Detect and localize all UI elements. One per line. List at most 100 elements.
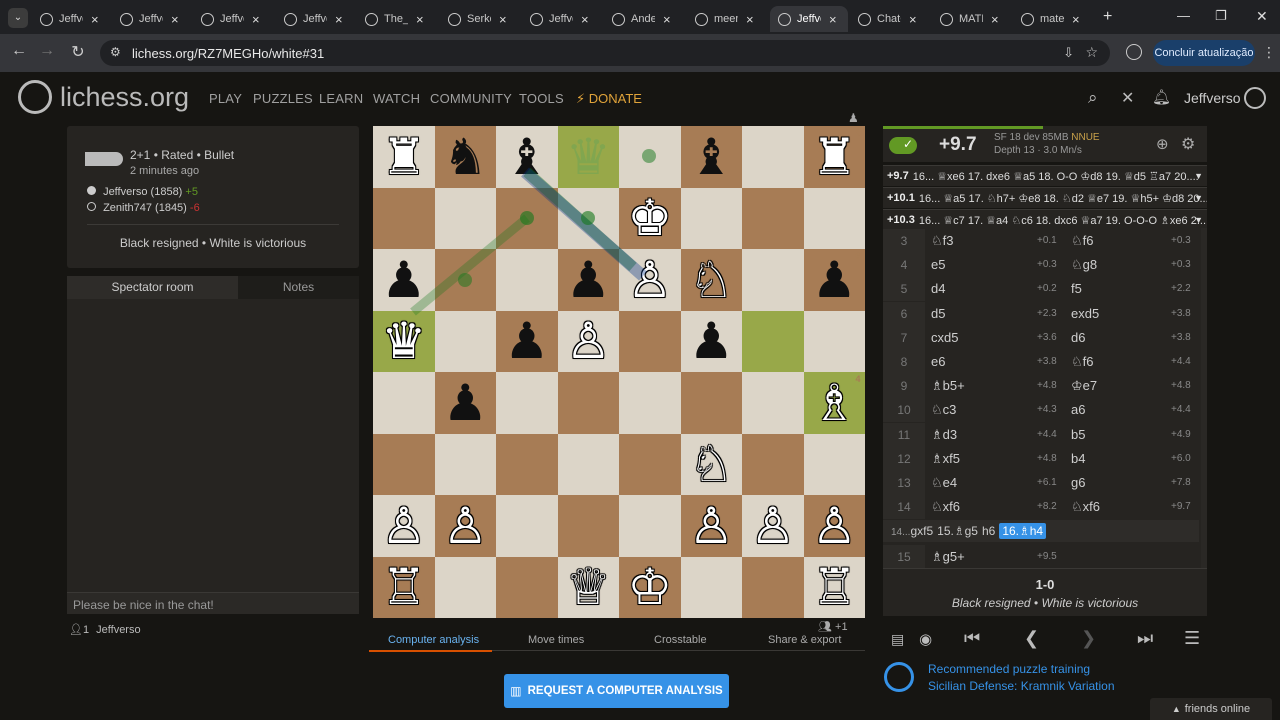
settings-gear-icon[interactable]: ⚙ [1181,134,1195,154]
lichess-logo[interactable]: lichess.org [18,80,189,114]
square-g3[interactable] [742,433,804,495]
close-tab-icon[interactable]: × [909,12,917,27]
square-g7[interactable] [742,187,804,249]
book-icon[interactable]: ▤ [891,631,904,648]
close-tab-icon[interactable]: × [581,12,589,27]
white-move[interactable]: ♗xf5 [931,451,960,467]
close-tab-icon[interactable]: × [91,12,99,27]
close-tab-icon[interactable]: × [829,12,837,27]
piece-a2[interactable]: ♙ [373,495,435,557]
square-c1[interactable] [496,556,558,618]
piece-b2[interactable]: ♙ [435,495,497,557]
close-tab-icon[interactable]: × [1072,12,1080,27]
browser-tab[interactable]: Serko × [440,6,518,32]
tab-computer-analysis[interactable]: Computer analysis [388,634,479,646]
nav-watch[interactable]: WATCH [373,91,420,106]
square-c2[interactable] [496,495,558,557]
tab-notes[interactable]: Notes [238,276,359,299]
menu-hamburger-icon[interactable]: ☰ [1184,628,1200,649]
close-window-button[interactable]: ✕ [1256,8,1268,25]
square-c7[interactable] [496,187,558,249]
white-move[interactable]: ♘e4 [931,475,957,491]
request-analysis-button[interactable]: ▥ REQUEST A COMPUTER ANALYSIS [504,674,729,708]
friends-online-button[interactable]: ▲ friends online [1150,698,1272,720]
piece-f5[interactable]: ♟ [681,311,743,373]
square-c6[interactable] [496,249,558,311]
close-tab-icon[interactable]: × [746,12,754,27]
piece-f2[interactable]: ♙ [681,495,743,557]
piece-c5[interactable]: ♟ [496,311,558,373]
close-tab-icon[interactable]: × [171,12,179,27]
close-tab-icon[interactable]: × [252,12,260,27]
black-move[interactable]: b4 [1071,451,1085,466]
square-b1[interactable] [434,556,496,618]
donate-link[interactable]: ⚡ DONATE [576,91,642,107]
square-f7[interactable] [680,187,742,249]
square-b6[interactable] [434,249,496,311]
black-move[interactable]: ♔e7 [1071,378,1097,394]
target-icon[interactable]: ⊕ [1156,135,1169,153]
piece-h4[interactable]: ♗ [804,372,866,434]
browser-tab[interactable]: mate × [1013,6,1091,32]
square-f4[interactable] [680,372,742,434]
square-e4[interactable] [619,372,681,434]
tab-move-times[interactable]: Move times [528,634,584,646]
piece-a8[interactable]: ♜ [373,126,435,188]
browser-tab[interactable]: MATE × [932,6,1010,32]
tab-spectator-room[interactable]: Spectator room [67,276,238,299]
square-e8[interactable] [619,126,681,188]
flip-board-icon[interactable]: ♟ [848,111,859,125]
black-move[interactable]: d6 [1071,330,1085,345]
white-move[interactable]: e5 [931,257,945,272]
browser-tab[interactable]: Jeffverso × [112,6,190,32]
black-move[interactable]: g6 [1071,475,1085,490]
piece-h1[interactable]: ♖ [804,557,866,619]
square-g1[interactable] [742,556,804,618]
black-move[interactable]: exd5 [1071,306,1099,321]
nav-puzzles[interactable]: PUZZLES [253,91,313,106]
square-g5[interactable] [742,310,804,372]
move-list-scrollbar[interactable] [1201,228,1207,568]
piece-f8[interactable]: ♝ [681,126,743,188]
user-menu[interactable]: Jeffverso [1184,90,1241,106]
user-avatar-icon[interactable] [1244,87,1266,109]
tab-share-export[interactable]: Share & export [768,634,841,646]
chess-board[interactable]: a b c d e f g h 8 7 6 5 4 3 2 1 ♜ ♞ ♝ ♛ ♝ ♜ ♚ ♟ ♟ ♙ ♘ ♟ ♛ ♟ ♙ ♟ ♟ ♗ ♘ ♙ ♙ ♙ ♙ ♙… [373,126,865,618]
piece-h6[interactable]: ♟ [804,249,866,311]
square-g4[interactable] [742,372,804,434]
square-g6[interactable] [742,249,804,311]
piece-a5[interactable]: ♛ [373,311,435,373]
install-icon[interactable]: ⇩ [1063,45,1074,61]
pv-expand-icon[interactable]: ▼ [1194,193,1203,203]
black-player-link[interactable]: Zenith747 (1845) [103,202,187,214]
piece-d8[interactable]: ♛ [558,126,620,188]
piece-e1[interactable]: ♔ [619,557,681,619]
pv-line[interactable]: +10.1 16... ♕a5 17. ♘h7+ ♔e8 18. ♘d2 ♕e7 … [883,187,1207,208]
square-b3[interactable] [434,433,496,495]
piece-d6[interactable]: ♟ [558,249,620,311]
chat-input[interactable]: Please be nice in the chat! [67,592,359,614]
last-move-icon[interactable]: ⏭ [1137,628,1153,649]
black-move[interactable]: ♘xf6 [1071,499,1100,515]
black-move[interactable]: ♘f6 [1071,354,1094,370]
black-move[interactable]: ♘g8 [1071,257,1097,273]
piece-e6[interactable]: ♙ [619,249,681,311]
variation-move[interactable]: 15.♗g5 [937,524,978,538]
white-player-link[interactable]: Jeffverso (1858) [103,186,182,198]
piece-b4[interactable]: ♟ [435,372,497,434]
white-move[interactable]: ♗g5+ [931,549,965,565]
browser-tab[interactable]: Jeffverso × [770,6,848,32]
new-tab-button[interactable]: + [1103,8,1112,26]
browser-tab[interactable]: Jeffverso × [276,6,354,32]
pv-expand-icon[interactable]: ▼ [1194,215,1203,225]
nav-play[interactable]: PLAY [209,91,242,106]
profile-icon[interactable] [1126,44,1142,60]
white-move[interactable]: e6 [931,354,945,369]
piece-f3[interactable]: ♘ [681,434,743,496]
maximize-button[interactable]: ❐ [1215,8,1227,24]
variation-move[interactable]: gxf5 [910,524,933,538]
square-a7[interactable] [373,187,435,249]
piece-d1[interactable]: ♕ [558,557,620,619]
square-c3[interactable] [496,433,558,495]
practice-icon[interactable]: ◉ [919,630,932,648]
